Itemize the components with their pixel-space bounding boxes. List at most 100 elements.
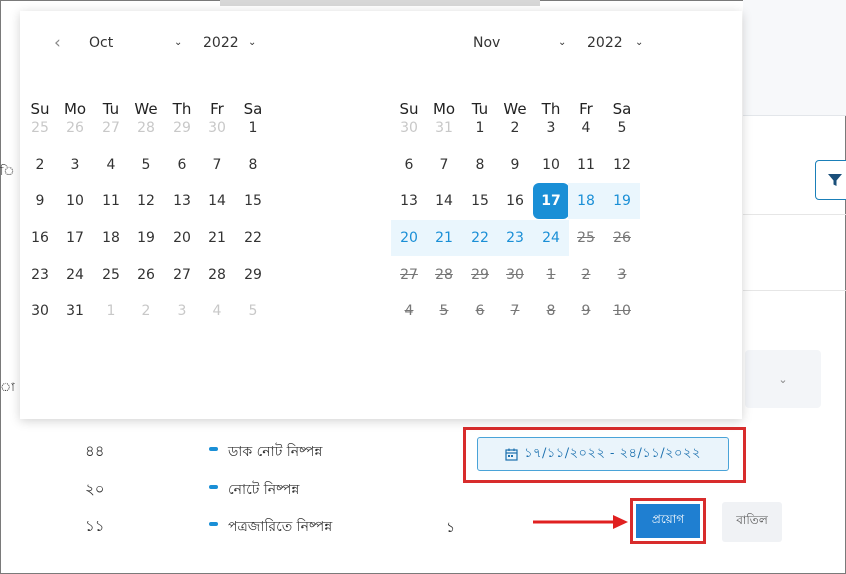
calendar-day[interactable]: 18 <box>93 220 129 256</box>
calendar-day[interactable]: 2 <box>497 110 533 146</box>
calendar-day[interactable]: 22 <box>462 220 498 256</box>
calendar-day[interactable]: 8 <box>235 147 271 183</box>
stat-count: ৪৪ <box>85 442 105 460</box>
stat-count: ২০ <box>85 480 105 498</box>
calendar-day[interactable]: 8 <box>462 147 498 183</box>
calendar-day[interactable]: 10 <box>57 183 93 219</box>
filter-icon <box>828 174 842 186</box>
calendar-day[interactable]: 11 <box>93 183 129 219</box>
calendar-day[interactable]: 13 <box>391 183 427 219</box>
calendar-day[interactable]: 5 <box>604 110 640 146</box>
calendar-day[interactable]: 18 <box>568 183 604 219</box>
calendar-day[interactable]: 22 <box>235 220 271 256</box>
calendar-day[interactable]: 15 <box>235 183 271 219</box>
calendar-day[interactable]: 12 <box>604 147 640 183</box>
background-header-text <box>220 0 540 6</box>
calendar-day: 29 <box>471 267 489 283</box>
calendar-day[interactable]: 9 <box>497 147 533 183</box>
calendar-day[interactable]: 25 <box>22 110 58 146</box>
stat-label: ডাক নোট নিষ্পন্ন <box>228 444 323 460</box>
calendar-day[interactable]: 5 <box>128 147 164 183</box>
calendar-day[interactable]: 26 <box>128 257 164 293</box>
calendar-day[interactable]: 17 <box>57 220 93 256</box>
calendar-day[interactable]: 19 <box>604 183 640 219</box>
calendar-day[interactable]: 3 <box>164 293 200 329</box>
calendar-month-oct: ‹ Oct ⌄ 2022 ⌄ Su Mo Tu We Th Fr Sa 25 26 27 28 29 3… <box>20 11 360 419</box>
calendar-day[interactable]: 10 <box>533 147 569 183</box>
chevron-down-icon: ⌄ <box>635 37 644 48</box>
calendar-day[interactable]: 16 <box>497 183 533 219</box>
calendar-day[interactable]: 28 <box>128 110 164 146</box>
calendar-day[interactable]: 4 <box>568 110 604 146</box>
calendar-day[interactable]: 21 <box>199 220 235 256</box>
date-range-value: ১৭/১১/২০২২ - ২৪/১১/২০২২ <box>524 445 701 461</box>
calendar-day[interactable]: 30 <box>391 110 427 146</box>
calendar-day[interactable]: 4 <box>93 147 129 183</box>
calendar-day[interactable]: 26 <box>57 110 93 146</box>
calendar-day[interactable]: 4 <box>199 293 235 329</box>
calendar-day[interactable]: 21 <box>426 220 462 256</box>
calendar-day[interactable]: 25 <box>93 257 129 293</box>
stat-extra: ১ <box>446 520 456 536</box>
stat-row: ২০ নোটে নিষ্পন্ন <box>0 471 460 505</box>
chevron-down-icon: ⌄ <box>558 37 567 48</box>
calendar-day[interactable]: 11 <box>568 147 604 183</box>
calendar-day: 8 <box>546 303 556 319</box>
calendar-day[interactable]: 3 <box>533 110 569 146</box>
cancel-button[interactable]: বাতিল <box>722 502 782 542</box>
calendar-day[interactable]: 28 <box>199 257 235 293</box>
calendar-day[interactable]: 24 <box>533 220 569 256</box>
month-select[interactable]: Oct <box>89 35 113 51</box>
year-select[interactable]: 2022 <box>203 35 239 51</box>
calendar-day[interactable]: 20 <box>391 220 427 256</box>
calendar-day[interactable]: 2 <box>128 293 164 329</box>
year-select[interactable]: 2022 <box>587 35 623 51</box>
apply-button[interactable]: প্রয়োগ <box>636 504 700 538</box>
calendar-day[interactable]: 9 <box>22 183 58 219</box>
calendar-day[interactable]: 24 <box>57 257 93 293</box>
calendar-day[interactable]: 3 <box>57 147 93 183</box>
calendar-day[interactable]: 14 <box>199 183 235 219</box>
calendar-day[interactable]: 5 <box>235 293 271 329</box>
date-range-input[interactable]: ১৭/১১/২০২২ - ২৪/১১/২০২২ <box>477 437 729 471</box>
calendar-day[interactable]: 20 <box>164 220 200 256</box>
calendar-day[interactable]: 23 <box>22 257 58 293</box>
prev-month-icon[interactable]: ‹ <box>54 33 61 53</box>
calendar-day[interactable]: 1 <box>93 293 129 329</box>
calendar-day[interactable]: 12 <box>128 183 164 219</box>
background-divider <box>743 290 846 291</box>
month-select[interactable]: Nov <box>473 35 500 51</box>
stat-row: ১১ পত্রজারিতে নিষ্পন্ন ১ <box>0 508 460 542</box>
calendar-day[interactable]: 7 <box>199 147 235 183</box>
calendar-day[interactable]: 13 <box>164 183 200 219</box>
calendar-day[interactable]: 31 <box>426 110 462 146</box>
calendar-day[interactable]: 1 <box>462 110 498 146</box>
stat-label: পত্রজারিতে নিষ্পন্ন <box>228 519 333 535</box>
calendar-day[interactable]: 17 <box>533 183 569 219</box>
calendar-day[interactable]: 2 <box>22 147 58 183</box>
calendar-day[interactable]: 14 <box>426 183 462 219</box>
calendar-day[interactable]: 30 <box>22 293 58 329</box>
calendar-day: 4 <box>404 303 414 319</box>
calendar-day[interactable]: 29 <box>164 110 200 146</box>
calendar-day[interactable]: 31 <box>57 293 93 329</box>
calendar-day[interactable]: 23 <box>497 220 533 256</box>
calendar-day[interactable]: 1 <box>235 110 271 146</box>
calendar-day[interactable]: 6 <box>164 147 200 183</box>
calendar-month-nov: Nov ⌄ 2022 ⌄ Su Mo Tu We Th Fr Sa 30 31 1 2 3 4 5 6 7 8 9… <box>389 11 729 419</box>
calendar-day[interactable]: 6 <box>391 147 427 183</box>
chevron-down-icon: ⌄ <box>174 37 183 48</box>
filter-button[interactable] <box>815 160 846 200</box>
calendar-day[interactable]: 27 <box>164 257 200 293</box>
calendar-day[interactable]: 7 <box>426 147 462 183</box>
calendar-day[interactable]: 15 <box>462 183 498 219</box>
calendar-day[interactable]: 19 <box>128 220 164 256</box>
select-dropdown[interactable]: ⌄ <box>745 350 821 408</box>
calendar-day[interactable]: 29 <box>235 257 271 293</box>
calendar-day: 27 <box>400 267 418 283</box>
calendar-day[interactable]: 27 <box>93 110 129 146</box>
arrow-right-icon <box>533 515 628 529</box>
stat-count: ১১ <box>85 517 105 535</box>
calendar-day[interactable]: 16 <box>22 220 58 256</box>
calendar-day[interactable]: 30 <box>199 110 235 146</box>
